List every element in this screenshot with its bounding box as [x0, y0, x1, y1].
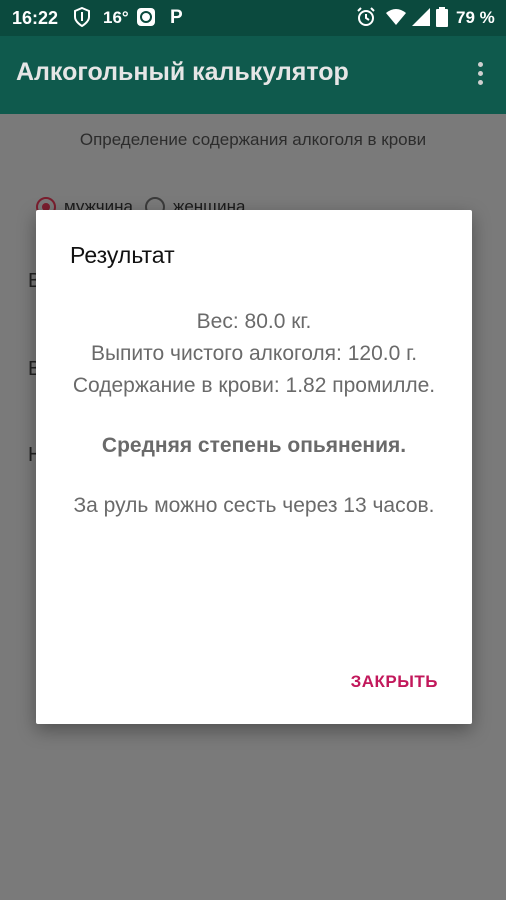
status-bar: 16:22 16° P 79 % [0, 0, 506, 36]
result-degree: Средняя степень опьянения. [101, 434, 407, 457]
shield-icon [74, 7, 90, 27]
status-temperature: 16° [103, 8, 129, 27]
app-bar: Алкогольный калькулятор [0, 36, 506, 114]
battery-percent: 79 % [456, 8, 495, 27]
result-drive: За руль можно сесть через 13 часов. [73, 494, 435, 517]
parking-icon: P [170, 7, 183, 28]
signal-icon [412, 7, 430, 27]
status-time: 16:22 [12, 8, 59, 28]
alarm-icon [356, 7, 376, 27]
result-weight: Вес: 80.0 кг. [196, 310, 312, 333]
dialog-title: Результат [70, 242, 175, 268]
battery-icon [436, 7, 448, 27]
app-title: Алкогольный калькулятор [16, 58, 349, 86]
dialog-body: Вес: 80.0 кг. Выпито чистого алкоголя: 1… [60, 306, 448, 522]
wifi-icon [386, 7, 406, 27]
page-subtitle: Определение содержания алкоголя в крови [79, 130, 427, 149]
result-dialog: Результат Вес: 80.0 кг. Выпито чистого а… [36, 210, 472, 724]
overflow-menu-icon[interactable] [476, 62, 484, 88]
result-alcohol: Выпито чистого алкоголя: 120.0 г. [90, 342, 418, 365]
notification-app-icon [136, 7, 156, 27]
result-blood: Содержание в крови: 1.82 промилле. [72, 374, 436, 397]
close-button[interactable]: ЗАКРЫТЬ [351, 672, 438, 692]
